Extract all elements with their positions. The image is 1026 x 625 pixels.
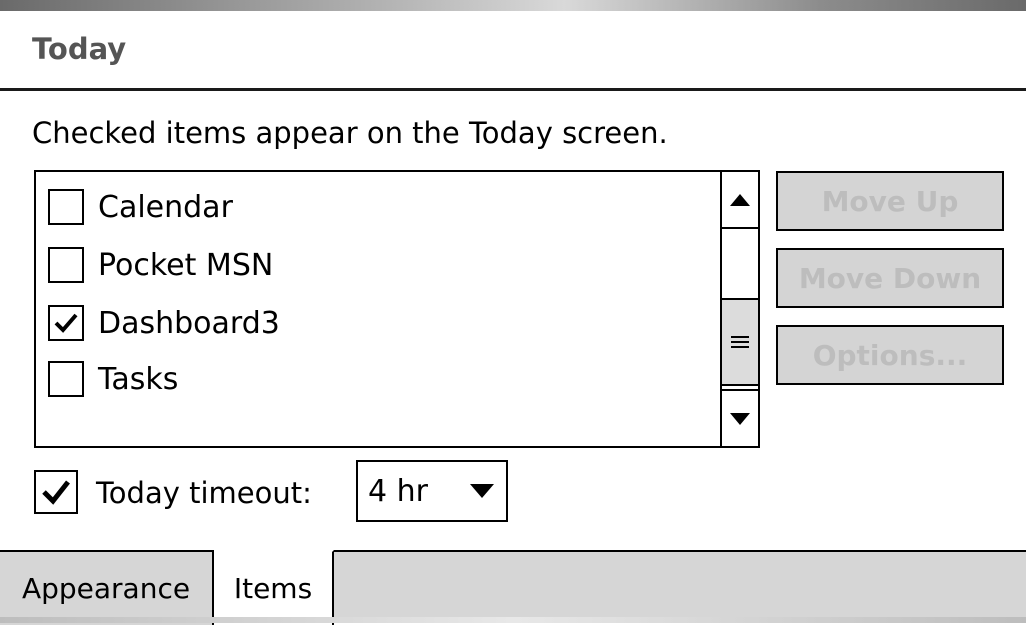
- tab-strip: Appearance Items: [0, 550, 1026, 625]
- list-item-label: Dashboard3: [98, 305, 280, 341]
- list-item-tasks[interactable]: Tasks: [48, 358, 178, 400]
- arrow-down-icon: [730, 412, 750, 425]
- timeout-select-value: 4 hr: [368, 474, 428, 509]
- checkmark-icon: [54, 313, 78, 333]
- timeout-checkbox[interactable]: [34, 470, 78, 514]
- checkbox-tasks[interactable]: [48, 361, 84, 397]
- title-divider: [0, 88, 1026, 91]
- today-items-listbox[interactable]: Calendar Pocket MSN Dashboard3 Tasks: [34, 170, 760, 448]
- scroll-thumb[interactable]: [722, 298, 758, 386]
- scroll-down-button[interactable]: [722, 389, 758, 446]
- list-item-pocket-msn[interactable]: Pocket MSN: [48, 244, 273, 286]
- bottom-shade-bar: [0, 617, 1026, 623]
- top-gradient-bar: [0, 0, 1026, 11]
- options-button[interactable]: Options...: [776, 325, 1004, 385]
- arrow-up-icon: [730, 193, 750, 206]
- list-item-label: Calendar: [98, 189, 233, 225]
- tab-items[interactable]: Items: [214, 550, 334, 625]
- checkbox-calendar[interactable]: [48, 189, 84, 225]
- list-item-label: Pocket MSN: [98, 247, 274, 283]
- list-item-dashboard3[interactable]: Dashboard3: [48, 302, 280, 344]
- timeout-select[interactable]: 4 hr: [356, 460, 508, 522]
- move-up-button[interactable]: Move Up: [776, 171, 1004, 231]
- page-title: Today: [32, 32, 127, 66]
- grip-icon: [731, 336, 749, 348]
- chevron-down-icon: [470, 484, 494, 498]
- move-down-button[interactable]: Move Down: [776, 248, 1004, 308]
- list-item-calendar[interactable]: Calendar: [48, 186, 233, 228]
- list-item-label: Tasks: [98, 361, 179, 397]
- instruction-text: Checked items appear on the Today screen…: [32, 116, 668, 150]
- checkbox-pocket-msn[interactable]: [48, 247, 84, 283]
- checkbox-dashboard3[interactable]: [48, 305, 84, 341]
- timeout-label: Today timeout:: [96, 476, 312, 510]
- tab-appearance[interactable]: Appearance: [0, 550, 214, 625]
- checkmark-icon: [42, 480, 70, 505]
- scroll-up-button[interactable]: [722, 172, 758, 229]
- list-scrollbar[interactable]: [720, 172, 758, 446]
